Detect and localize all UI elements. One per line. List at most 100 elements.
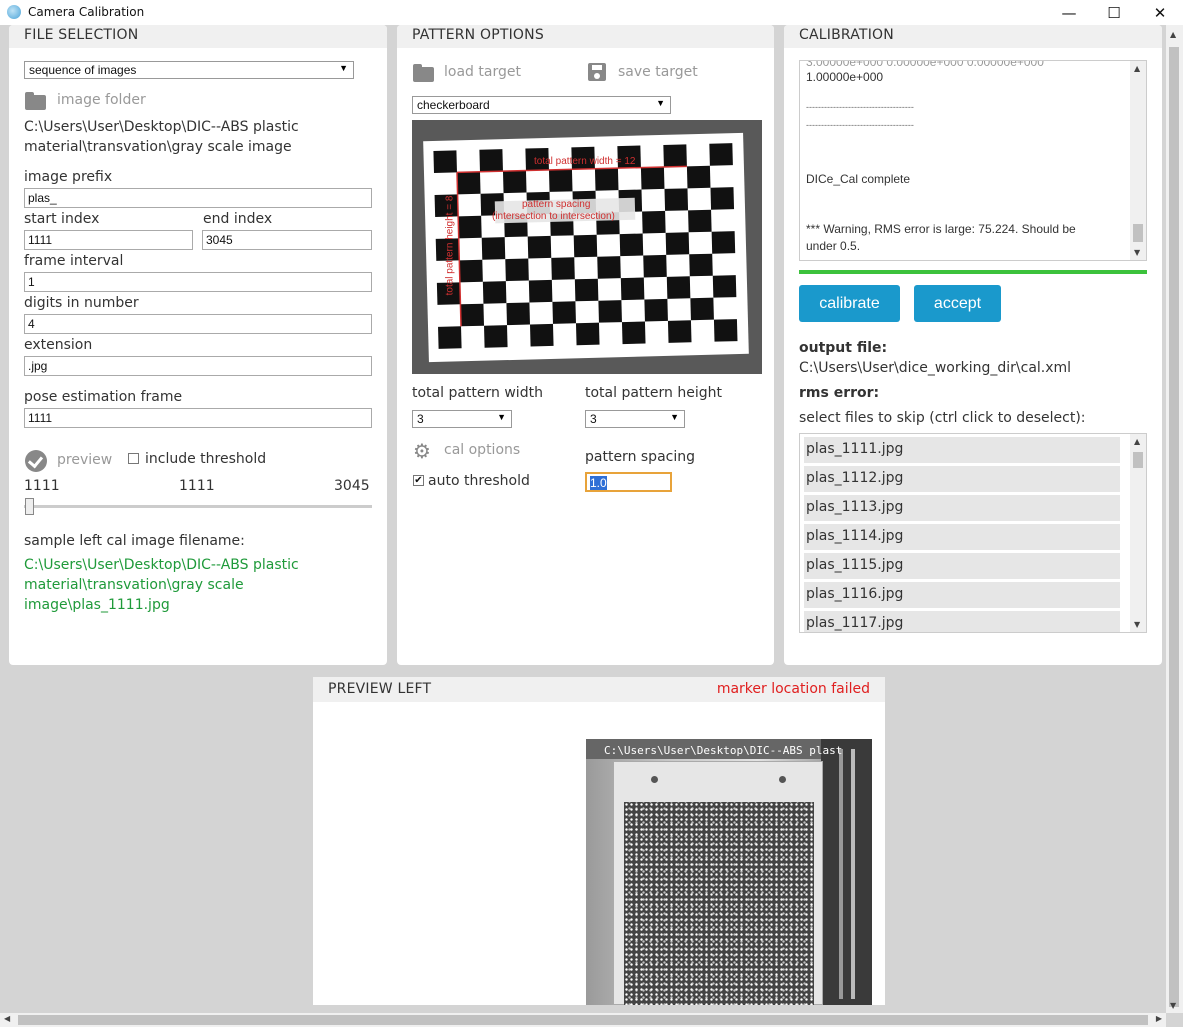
frame-interval-input[interactable]: 1 — [24, 272, 372, 292]
log-line: 3.00000e+000 0.00000e+000 0.00000e+000 — [806, 60, 1044, 69]
scroll-up-icon[interactable]: ▲ — [1170, 30, 1176, 39]
total-height-select[interactable]: 3 ▼ — [585, 410, 685, 428]
sample-path-line2: material\transvation\gray scale — [24, 577, 244, 593]
window-vertical-scrollbar[interactable]: ▲ ▼ — [1166, 25, 1183, 1013]
end-index-input[interactable]: 3045 — [202, 230, 372, 250]
calibration-panel: CALIBRATION 3.00000e+000 0.00000e+000 0.… — [784, 25, 1162, 665]
scroll-up-icon[interactable]: ▲ — [1134, 437, 1140, 446]
log-line: DICe_Cal complete — [806, 172, 911, 186]
list-item[interactable]: plas_1113.jpg — [804, 495, 1120, 521]
scroll-down-icon[interactable]: ▼ — [1170, 1001, 1176, 1010]
checkerboard-diagram: total pattern width = 12 pattern spacing… — [412, 120, 762, 374]
pose-frame-input[interactable]: 1111 — [24, 408, 372, 428]
list-item[interactable]: plas_1112.jpg — [804, 466, 1120, 492]
slider-max-label: 3045 — [334, 478, 370, 494]
files-scrollbar[interactable]: ▲ ▼ — [1130, 434, 1146, 632]
minimize-button[interactable]: — — [1046, 0, 1092, 25]
start-index-input[interactable]: 1111 — [24, 230, 193, 250]
pattern-spacing-value: 1.0 — [590, 476, 607, 490]
file-selection-title: FILE SELECTION — [24, 27, 139, 43]
preview-left-title: PREVIEW LEFT — [328, 681, 432, 697]
pattern-options-header: PATTERN OPTIONS — [397, 25, 774, 48]
sample-path-line3: image\plas_1111.jpg — [24, 597, 170, 613]
total-width-label: total pattern width — [412, 385, 543, 401]
auto-threshold-checkbox[interactable]: ✔ — [413, 475, 424, 486]
list-item[interactable]: plas_1117.jpg — [804, 611, 1120, 632]
list-item[interactable]: plas_1111.jpg — [804, 437, 1120, 463]
include-threshold-checkbox[interactable] — [128, 453, 139, 464]
list-item[interactable]: plas_1116.jpg — [804, 582, 1120, 608]
speckle-pattern — [624, 802, 814, 1005]
checkerboard-pattern — [433, 143, 738, 349]
end-index-label: end index — [203, 211, 273, 227]
log-line: *** Warning, RMS error is large: 75.224.… — [806, 222, 1076, 236]
pattern-type-value: checkerboard — [417, 98, 490, 112]
folder-path-line2: material\transvation\gray scale image — [24, 139, 292, 155]
image-prefix-input[interactable]: plas_ — [24, 188, 372, 208]
scroll-down-icon[interactable]: ▼ — [1134, 620, 1140, 629]
list-item[interactable]: plas_1114.jpg — [804, 524, 1120, 550]
file-selection-header: FILE SELECTION — [9, 25, 387, 48]
log-scroll-thumb[interactable] — [1133, 224, 1143, 242]
image-folder-button[interactable]: image folder — [57, 92, 146, 108]
list-item[interactable]: plas_1115.jpg — [804, 553, 1120, 579]
sample-label: sample left cal image filename: — [24, 533, 245, 549]
annotation-spacing-1: pattern spacing — [522, 199, 591, 210]
log-line: ------------------------------------ — [806, 120, 914, 130]
chevron-down-icon: ▼ — [497, 412, 506, 422]
total-width-value: 3 — [417, 412, 424, 426]
calibration-log[interactable]: 3.00000e+000 0.00000e+000 0.00000e+000 1… — [799, 60, 1147, 261]
annotation-width: total pattern width = 12 — [534, 156, 636, 167]
chevron-down-icon: ▼ — [656, 98, 665, 108]
include-threshold-label: include threshold — [145, 451, 267, 467]
log-scrollbar[interactable]: ▲ ▼ — [1130, 61, 1146, 260]
source-mode-select[interactable]: sequence of images ▼ — [24, 61, 354, 79]
preview-overlay-text: C:\Users\User\Desktop\DIC--ABS plast — [604, 744, 843, 757]
accept-button[interactable]: accept — [914, 285, 1001, 322]
save-icon[interactable] — [588, 63, 606, 81]
total-height-value: 3 — [590, 412, 597, 426]
preview-left-panel: PREVIEW LEFT marker location failed C:\U… — [313, 677, 885, 1005]
rms-error-label: rms error: — [799, 385, 880, 401]
digits-label: digits in number — [24, 295, 139, 311]
check-circle-icon[interactable] — [25, 450, 47, 472]
preview-button[interactable]: preview — [57, 452, 112, 468]
folder-icon[interactable] — [25, 92, 46, 110]
maximize-button[interactable]: ☐ — [1091, 0, 1137, 25]
scroll-up-icon[interactable]: ▲ — [1134, 64, 1140, 73]
frame-slider-thumb[interactable] — [25, 498, 34, 515]
extension-input[interactable]: .jpg — [24, 356, 372, 376]
horizontal-scroll-thumb[interactable] — [18, 1015, 1148, 1025]
folder-icon[interactable] — [413, 64, 434, 82]
slider-current-label: 1111 — [179, 478, 215, 494]
pattern-spacing-input[interactable]: 1.0 — [585, 472, 672, 492]
digits-input[interactable]: 4 — [24, 314, 372, 334]
scroll-left-icon[interactable]: ◀ — [4, 1014, 10, 1023]
close-button[interactable]: ✕ — [1137, 0, 1183, 25]
gear-icon[interactable]: ⚙ — [413, 441, 431, 461]
annotation-height: total pattern height = 8 — [444, 195, 456, 296]
skip-files-label: select files to skip (ctrl click to dese… — [799, 410, 1086, 426]
load-target-button[interactable]: load target — [444, 64, 521, 80]
window-title: Camera Calibration — [28, 5, 145, 19]
cal-options-button[interactable]: cal options — [444, 442, 520, 458]
save-target-button[interactable]: save target — [618, 64, 698, 80]
total-width-select[interactable]: 3 ▼ — [412, 410, 512, 428]
image-prefix-label: image prefix — [24, 169, 113, 185]
scroll-down-icon[interactable]: ▼ — [1134, 248, 1140, 257]
window-scroll-thumb[interactable] — [1169, 47, 1179, 1007]
checkerboard-board — [423, 132, 749, 363]
file-selection-panel: FILE SELECTION sequence of images ▼ imag… — [9, 25, 387, 665]
frame-slider-track[interactable] — [24, 505, 372, 508]
window-horizontal-scrollbar[interactable]: ◀ ▶ — [0, 1013, 1166, 1027]
skip-files-list[interactable]: plas_1111.jpg plas_1112.jpg plas_1113.jp… — [799, 433, 1147, 633]
files-scroll-thumb[interactable] — [1133, 452, 1143, 468]
pattern-type-select[interactable]: checkerboard ▼ — [412, 96, 671, 114]
output-file-value: C:\Users\User\dice_working_dir\cal.xml — [799, 360, 1072, 376]
calibrate-button[interactable]: calibrate — [799, 285, 900, 322]
preview-image[interactable]: C:\Users\User\Desktop\DIC--ABS plast — [586, 739, 872, 1005]
source-mode-value: sequence of images — [29, 63, 137, 77]
scroll-right-icon[interactable]: ▶ — [1156, 1014, 1162, 1023]
calibration-progress-bar — [799, 270, 1147, 274]
calibration-title: CALIBRATION — [799, 27, 894, 43]
